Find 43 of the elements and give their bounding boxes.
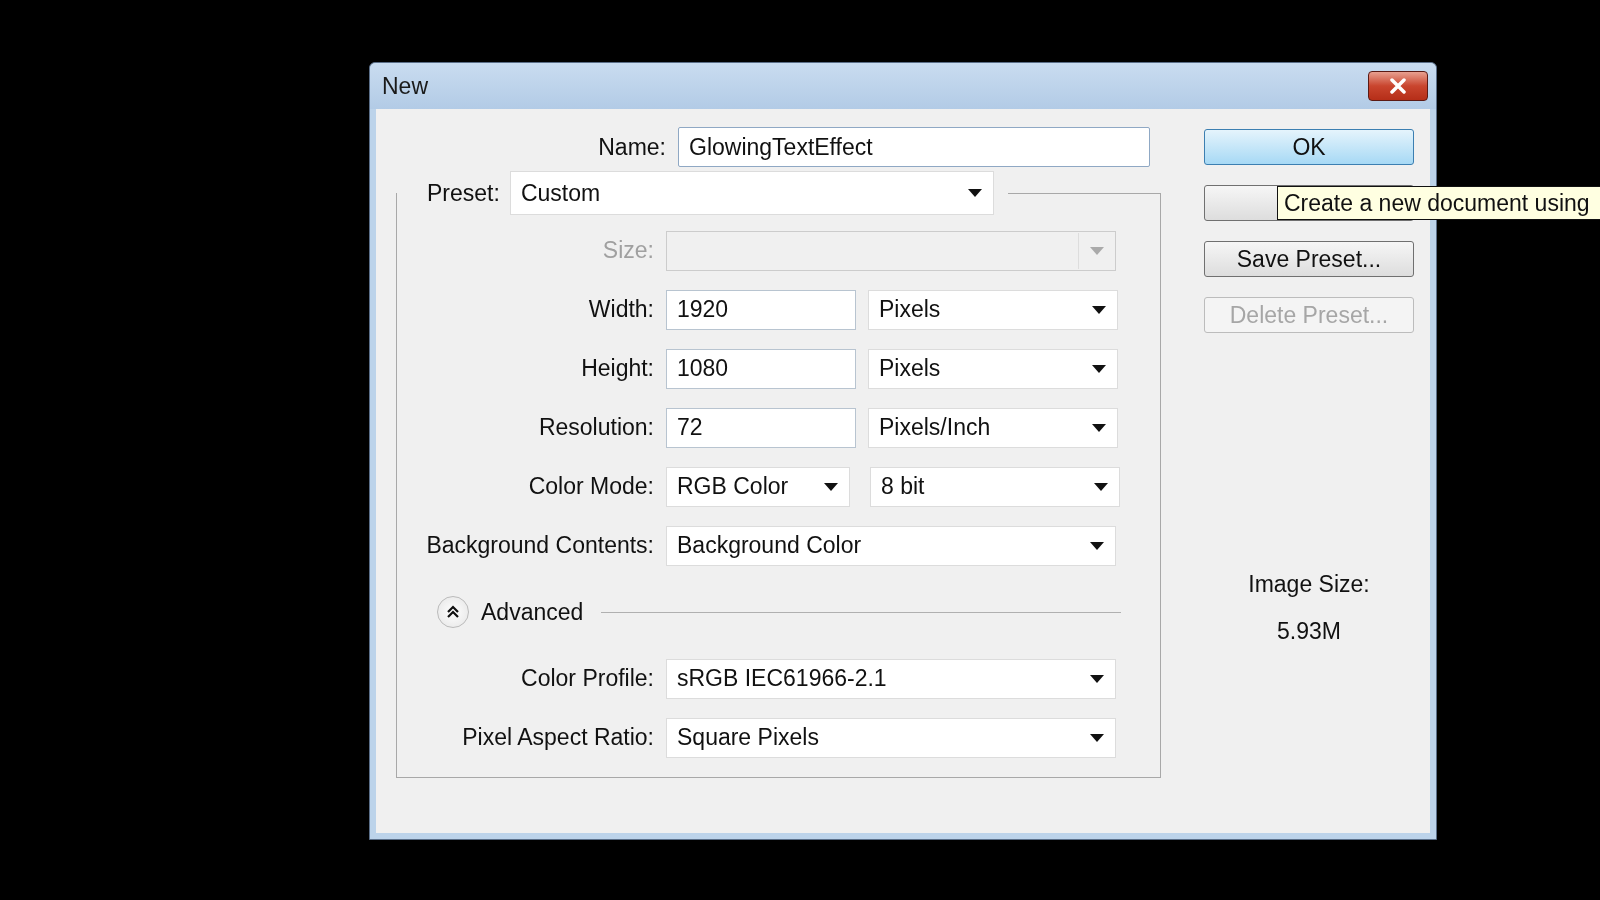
unit-dropdown[interactable]: Pixels [868, 348, 1118, 389]
field-label: Name: [597, 133, 666, 161]
field-label: Size: [601, 237, 654, 264]
field-label: Color Mode: [527, 473, 654, 500]
dropdown[interactable]: Background Color [666, 525, 1116, 566]
number-field[interactable]: 1080 [666, 348, 856, 389]
image-size-value: 5.93M [1277, 618, 1341, 645]
field-label: Background Contents: [425, 532, 654, 559]
bit-depth-dropdown[interactable]: 8 bit [870, 466, 1120, 507]
caret-icon [1089, 732, 1105, 743]
unit-dropdown[interactable]: Pixels/Inch [868, 407, 1118, 448]
field-label: Color Profile: [520, 665, 654, 692]
tooltip: Create a new document using [1277, 186, 1600, 220]
image-size-label: Image Size: [1248, 571, 1370, 598]
mode-dropdown[interactable]: RGB Color [666, 466, 850, 507]
caret-icon [1089, 540, 1105, 551]
close-button[interactable] [1368, 71, 1428, 101]
dropdown[interactable]: sRGB IEC61966-2.1 [666, 658, 1116, 699]
preset-dropdown[interactable]: Custom [509, 171, 994, 215]
caret-icon [1093, 481, 1109, 492]
window-title: New [382, 72, 428, 100]
caret-icon [1091, 304, 1107, 315]
dialog-button[interactable]: Save Preset... [1204, 241, 1414, 277]
field-label: Height: [580, 355, 654, 382]
caret-icon [823, 481, 839, 492]
caret-icon [1091, 422, 1107, 433]
caret-icon [1091, 363, 1107, 374]
dialog-button[interactable]: OK [1204, 129, 1414, 165]
caret-icon [966, 188, 983, 198]
section-label: Advanced [481, 598, 584, 626]
number-field[interactable]: 72 [666, 407, 856, 448]
field-label: Resolution: [537, 414, 654, 441]
caret-icon [1089, 673, 1105, 684]
unit-dropdown[interactable]: Pixels [868, 289, 1118, 330]
dropdown[interactable]: Square Pixels [666, 717, 1116, 758]
field-label: Width: [587, 296, 654, 323]
field-label: Preset: [427, 179, 500, 207]
caret-icon [1089, 245, 1105, 256]
close-icon [1388, 78, 1408, 94]
field-label: Pixel Aspect Ratio: [461, 724, 654, 751]
collapse-button[interactable] [437, 596, 469, 628]
name-field[interactable]: GlowingTextEffect [678, 127, 1150, 167]
number-field[interactable]: 1920 [666, 289, 856, 330]
